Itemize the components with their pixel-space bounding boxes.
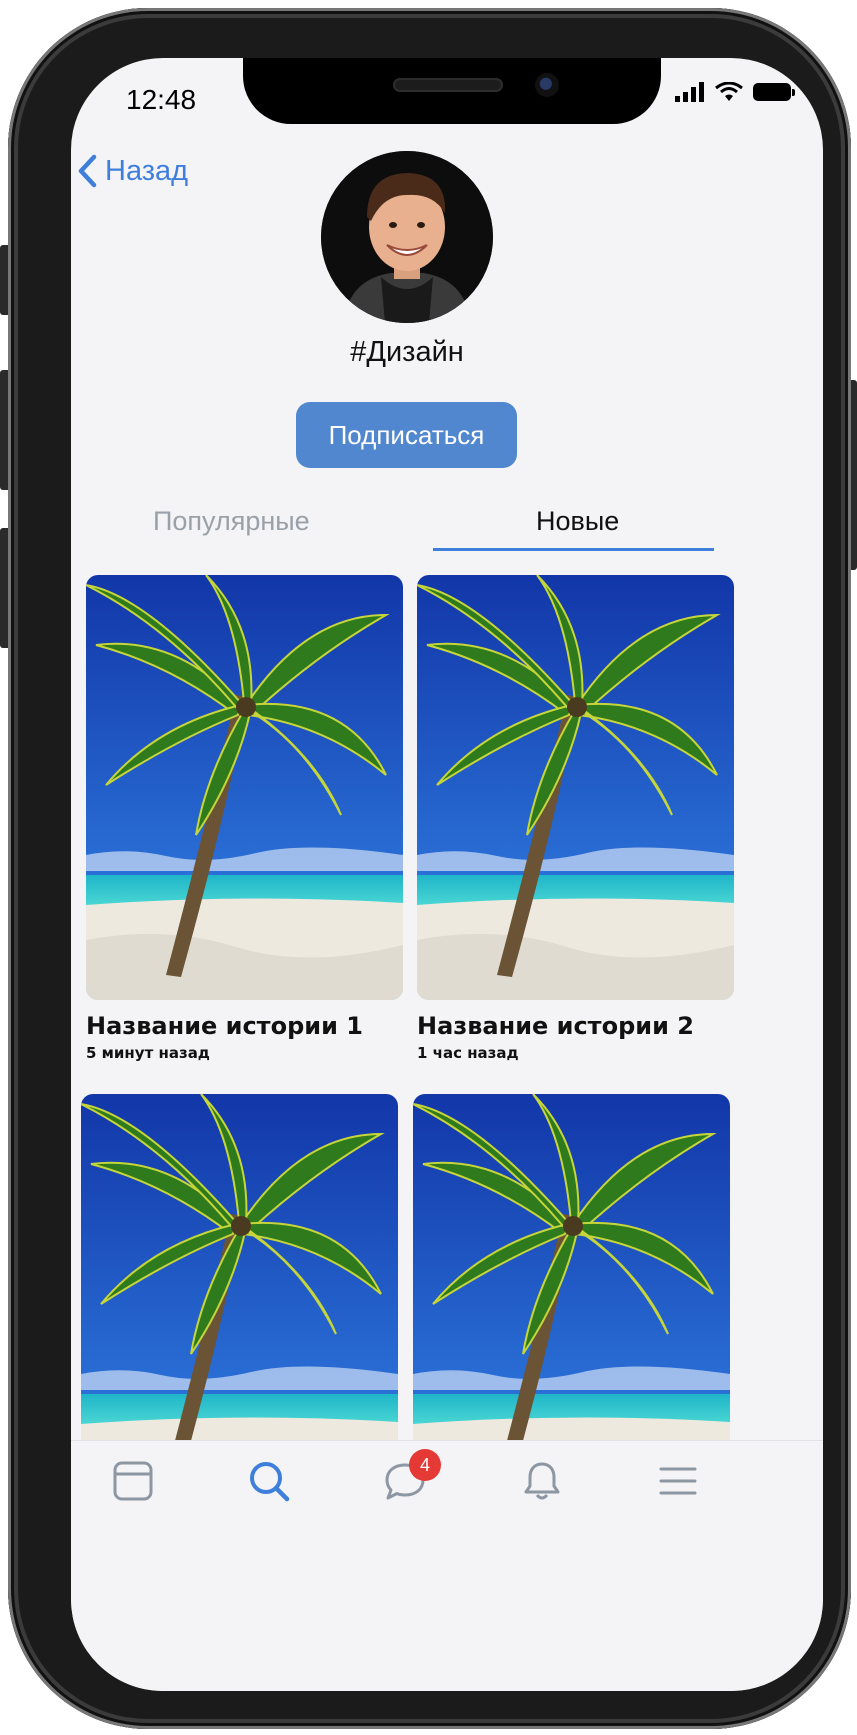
menu-icon[interactable] (656, 1459, 700, 1503)
avatar (321, 151, 493, 323)
phone-screen: 12:48 Назад #Дизайн Подписаться Популярн… (71, 58, 823, 1691)
chevron-left-icon (78, 154, 97, 188)
story-time: 1 час назад (417, 1044, 519, 1062)
bottom-tab-bar: 4 (71, 1440, 823, 1691)
status-icons (675, 82, 795, 102)
status-time: 12:48 (126, 84, 197, 115)
phone-frame: 12:48 Назад #Дизайн Подписаться Популярн… (8, 8, 851, 1729)
back-label: Назад (105, 154, 189, 187)
feed-icon[interactable] (111, 1459, 155, 1503)
avatar-photo (321, 151, 493, 323)
tab-new[interactable]: Новые (536, 506, 619, 537)
wifi-icon (715, 82, 743, 101)
story-image (86, 575, 403, 1000)
active-tab-indicator (433, 548, 714, 551)
camera-icon (535, 73, 559, 97)
story-image (417, 575, 734, 1000)
back-button[interactable]: Назад (77, 154, 188, 188)
story-time: 5 минут назад (86, 1044, 210, 1062)
bell-icon[interactable] (520, 1459, 564, 1503)
speaker-icon (393, 78, 503, 92)
messages-badge: 4 (409, 1449, 441, 1481)
signal-icon (675, 82, 704, 102)
subscribe-button[interactable]: Подписаться (296, 402, 517, 468)
battery-icon (753, 83, 795, 101)
channel-title: #Дизайн (350, 336, 464, 368)
tab-popular[interactable]: Популярные (153, 506, 310, 537)
notch (243, 58, 661, 124)
story-card[interactable]: Название истории 1 5 минут назад (86, 575, 403, 1062)
story-card[interactable]: Название истории 2 1 час назад (417, 575, 734, 1062)
story-title: Название истории 1 (86, 1012, 363, 1040)
messages-tab[interactable]: 4 (383, 1449, 441, 1503)
search-icon[interactable] (247, 1459, 291, 1503)
story-title: Название истории 2 (417, 1012, 694, 1040)
